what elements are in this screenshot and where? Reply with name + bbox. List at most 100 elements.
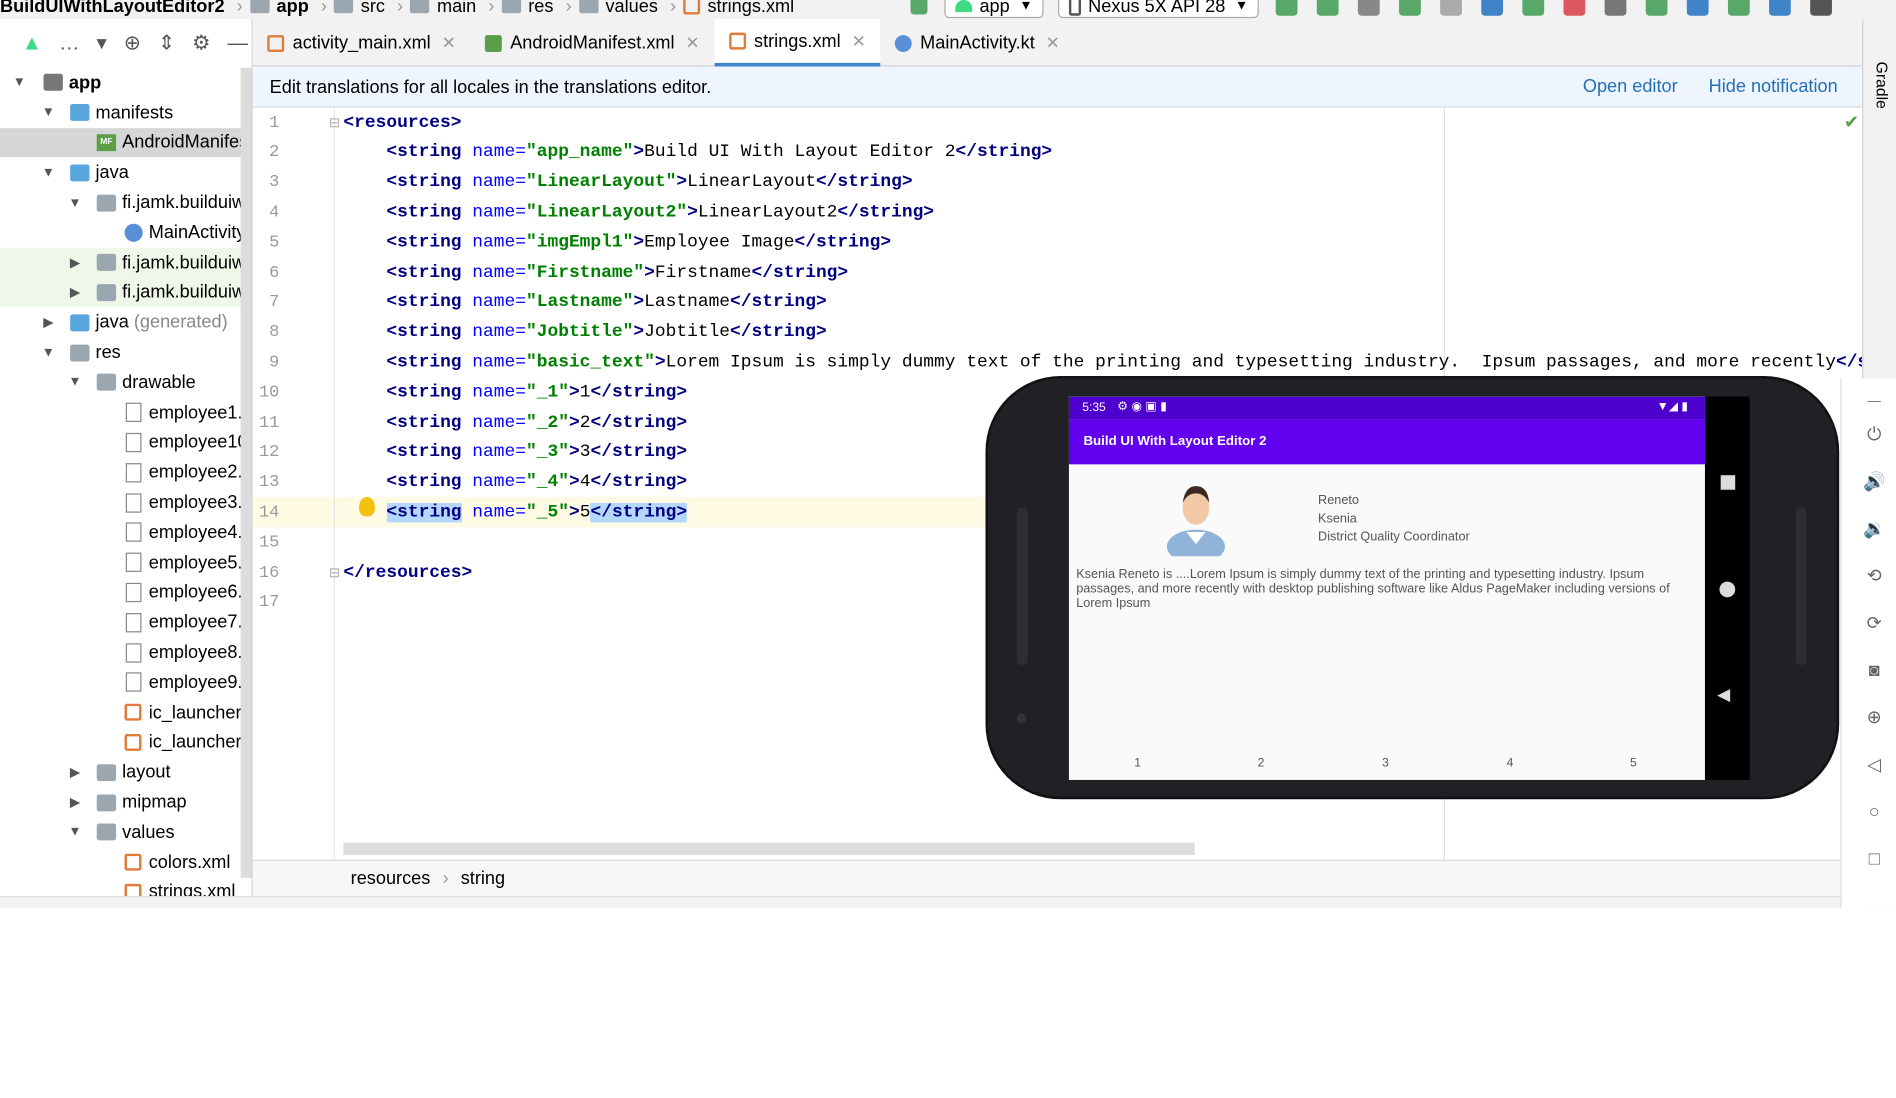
tree-item-image[interactable]: employee10.png xyxy=(0,428,252,458)
rerun-icon[interactable] xyxy=(1275,0,1298,16)
fold-icon[interactable]: ⊟ xyxy=(329,565,340,581)
tree-item-image[interactable]: employee9.png xyxy=(0,667,252,697)
code-line[interactable]: <resources> xyxy=(343,108,461,138)
tree-item-image[interactable]: employee8.png xyxy=(0,637,252,667)
tree-item-package-androidtest[interactable]: ▶ fi.jamk.builduiwithlayouteditor2 xyxy=(0,247,252,278)
rotate-right-icon[interactable]: ⟳ xyxy=(1863,613,1885,635)
crumb-src[interactable]: src xyxy=(334,0,385,16)
home-icon[interactable]: ○ xyxy=(1863,802,1885,824)
editor-horizontal-scrollbar[interactable] xyxy=(343,842,1195,855)
crumb-project[interactable]: BuildUIWithLayoutEditor2 xyxy=(0,0,225,16)
home-icon[interactable] xyxy=(1719,581,1736,598)
gear-icon[interactable]: ⚙ xyxy=(192,31,210,55)
search-icon[interactable] xyxy=(1810,0,1833,16)
volume-down-icon[interactable]: 🔉 xyxy=(1863,519,1886,541)
code-line[interactable]: <string name="_1">1</string> xyxy=(343,378,687,408)
tree-item-manifests[interactable]: ▼ manifests xyxy=(0,98,252,128)
crumb-resources[interactable]: resources xyxy=(351,868,431,889)
zoom-icon[interactable]: ⊕ xyxy=(1863,707,1885,729)
hide-notification-link[interactable]: Hide notification xyxy=(1709,76,1838,97)
tree-item-image[interactable]: employee1.png xyxy=(0,398,252,428)
code-line[interactable]: <string name="_3">3</string> xyxy=(343,438,687,468)
layout-inspector-icon[interactable] xyxy=(1728,0,1750,16)
emulator-screen[interactable]: 5:35 ⚙ ◉ ▣ ▮ ▼◢ ▮ Build UI With Layout E… xyxy=(1068,396,1705,780)
crumb-values[interactable]: values xyxy=(578,0,658,16)
attach-debugger-icon[interactable] xyxy=(1481,0,1504,16)
code-line[interactable]: <string name="_2">2</string> xyxy=(343,408,687,438)
tree-item-mipmap[interactable]: ▶ mipmap xyxy=(0,787,252,817)
code-line[interactable]: <string name="app_name">Build UI With La… xyxy=(343,138,1052,168)
tree-item-xml[interactable]: ic_launcher_foreground.xml xyxy=(0,727,252,757)
close-icon[interactable]: ✕ xyxy=(442,33,456,54)
code-line[interactable]: </resources> xyxy=(343,558,472,588)
code-line[interactable]: <string name="basic_text">Lorem Ipsum is… xyxy=(343,348,1862,378)
tree-item-xml[interactable]: ic_launcher_background.xml xyxy=(0,697,252,727)
hammer-icon[interactable] xyxy=(910,0,928,15)
open-editor-link[interactable]: Open editor xyxy=(1583,76,1678,97)
android-icon[interactable]: ▲ xyxy=(22,31,42,55)
run-config-select[interactable]: app ▼ xyxy=(944,0,1044,19)
debug-icon[interactable] xyxy=(1399,0,1422,16)
tree-item-androidmanifest[interactable]: MF AndroidManifest.xml xyxy=(0,127,252,158)
avd-manager-icon[interactable] xyxy=(1645,0,1668,16)
collapse-all-icon[interactable]: ⇕ xyxy=(158,31,175,55)
sync-icon[interactable] xyxy=(1522,0,1545,16)
code-line[interactable]: <string name="Firstname">Firstname</stri… xyxy=(343,258,848,288)
tree-item-image[interactable]: employee2.png xyxy=(0,458,252,488)
back-icon[interactable]: ◀ xyxy=(1717,684,1730,705)
device-manager-icon[interactable] xyxy=(1604,0,1627,16)
crumb-main[interactable]: main xyxy=(410,0,476,16)
tree-item-image[interactable]: employee6.png xyxy=(0,577,252,607)
close-icon[interactable]: ✕ xyxy=(852,31,866,52)
tree-item-colors[interactable]: colors.xml xyxy=(0,847,252,877)
tree-item-package[interactable]: ▼ fi.jamk.builduiwithlayouteditor2 xyxy=(0,188,251,218)
camera-icon[interactable]: ◙ xyxy=(1863,660,1885,682)
sdk-manager-icon[interactable] xyxy=(1687,0,1709,16)
tree-item-java-generated[interactable]: ▶ java (generated) xyxy=(0,308,252,338)
code-line[interactable]: <string name="imgEmpl1">Employee Image</… xyxy=(343,228,891,258)
overview-icon[interactable] xyxy=(1720,475,1736,490)
tree-item-mainactivity[interactable]: MainActivity xyxy=(0,218,252,248)
tree-item-image[interactable]: employee4.png xyxy=(0,517,252,547)
crumb-module[interactable]: app xyxy=(249,0,309,16)
number-button-2[interactable]: 2 xyxy=(1258,757,1265,770)
number-button-4[interactable]: 4 xyxy=(1507,757,1514,770)
tab-android-manifest[interactable]: AndroidManifest.xml ✕ xyxy=(470,19,714,66)
close-icon[interactable]: ✕ xyxy=(685,33,699,54)
fold-icon[interactable]: ⊟ xyxy=(329,115,340,131)
apply-changes-icon[interactable] xyxy=(1317,0,1339,16)
crumb-string[interactable]: string xyxy=(461,868,505,889)
power-icon[interactable]: ⏻ xyxy=(1863,424,1885,446)
profile-icon[interactable] xyxy=(1440,0,1463,16)
app-inspection-icon[interactable] xyxy=(1769,0,1792,16)
number-button-3[interactable]: 3 xyxy=(1382,757,1389,770)
code-line[interactable]: <string name="LinearLayout2">LinearLayou… xyxy=(343,198,934,228)
tree-item-values[interactable]: ▼ values xyxy=(0,817,252,847)
tree-item-res[interactable]: ▼ res xyxy=(0,338,252,368)
tree-scrollbar[interactable] xyxy=(240,67,252,878)
code-line[interactable]: <string name="Jobtitle">Jobtitle</string… xyxy=(343,318,826,348)
minimize-icon[interactable]: — xyxy=(227,31,248,55)
stop-icon[interactable] xyxy=(1563,0,1586,16)
tree-item-java[interactable]: ▼ java xyxy=(0,158,252,188)
minimize-icon[interactable]: — xyxy=(1863,391,1885,413)
chevron-down-icon[interactable]: ▾ xyxy=(97,31,107,55)
rotate-left-icon[interactable]: ⟲ xyxy=(1863,566,1885,588)
tree-item-package-test[interactable]: ▶ fi.jamk.builduiwithlayouteditor2 xyxy=(0,277,252,308)
overview-icon[interactable]: □ xyxy=(1863,849,1885,871)
tab-activity-main[interactable]: activity_main.xml ✕ xyxy=(253,19,471,66)
back-icon[interactable]: ◁ xyxy=(1863,755,1885,777)
number-button-5[interactable]: 5 xyxy=(1630,757,1637,770)
tab-strings[interactable]: strings.xml ✕ xyxy=(714,19,881,67)
locate-icon[interactable]: ⊕ xyxy=(124,31,141,55)
tab-main-activity[interactable]: MainActivity.kt ✕ xyxy=(880,19,1074,66)
gradle-tab[interactable]: Gradle xyxy=(1873,62,1891,109)
code-line[interactable]: <string name="Lastname">Lastname</string… xyxy=(343,288,826,318)
coverage-icon[interactable] xyxy=(1358,0,1380,16)
tree-item-image[interactable]: employee7.png xyxy=(0,607,252,637)
tree-item-layout[interactable]: ▶ layout xyxy=(0,757,252,787)
crumb-res[interactable]: res xyxy=(501,0,553,16)
more-icon[interactable]: … xyxy=(59,31,80,55)
tree-item-drawable[interactable]: ▼ drawable xyxy=(0,368,252,398)
code-line[interactable]: <string name="_4">4</string> xyxy=(343,468,687,498)
